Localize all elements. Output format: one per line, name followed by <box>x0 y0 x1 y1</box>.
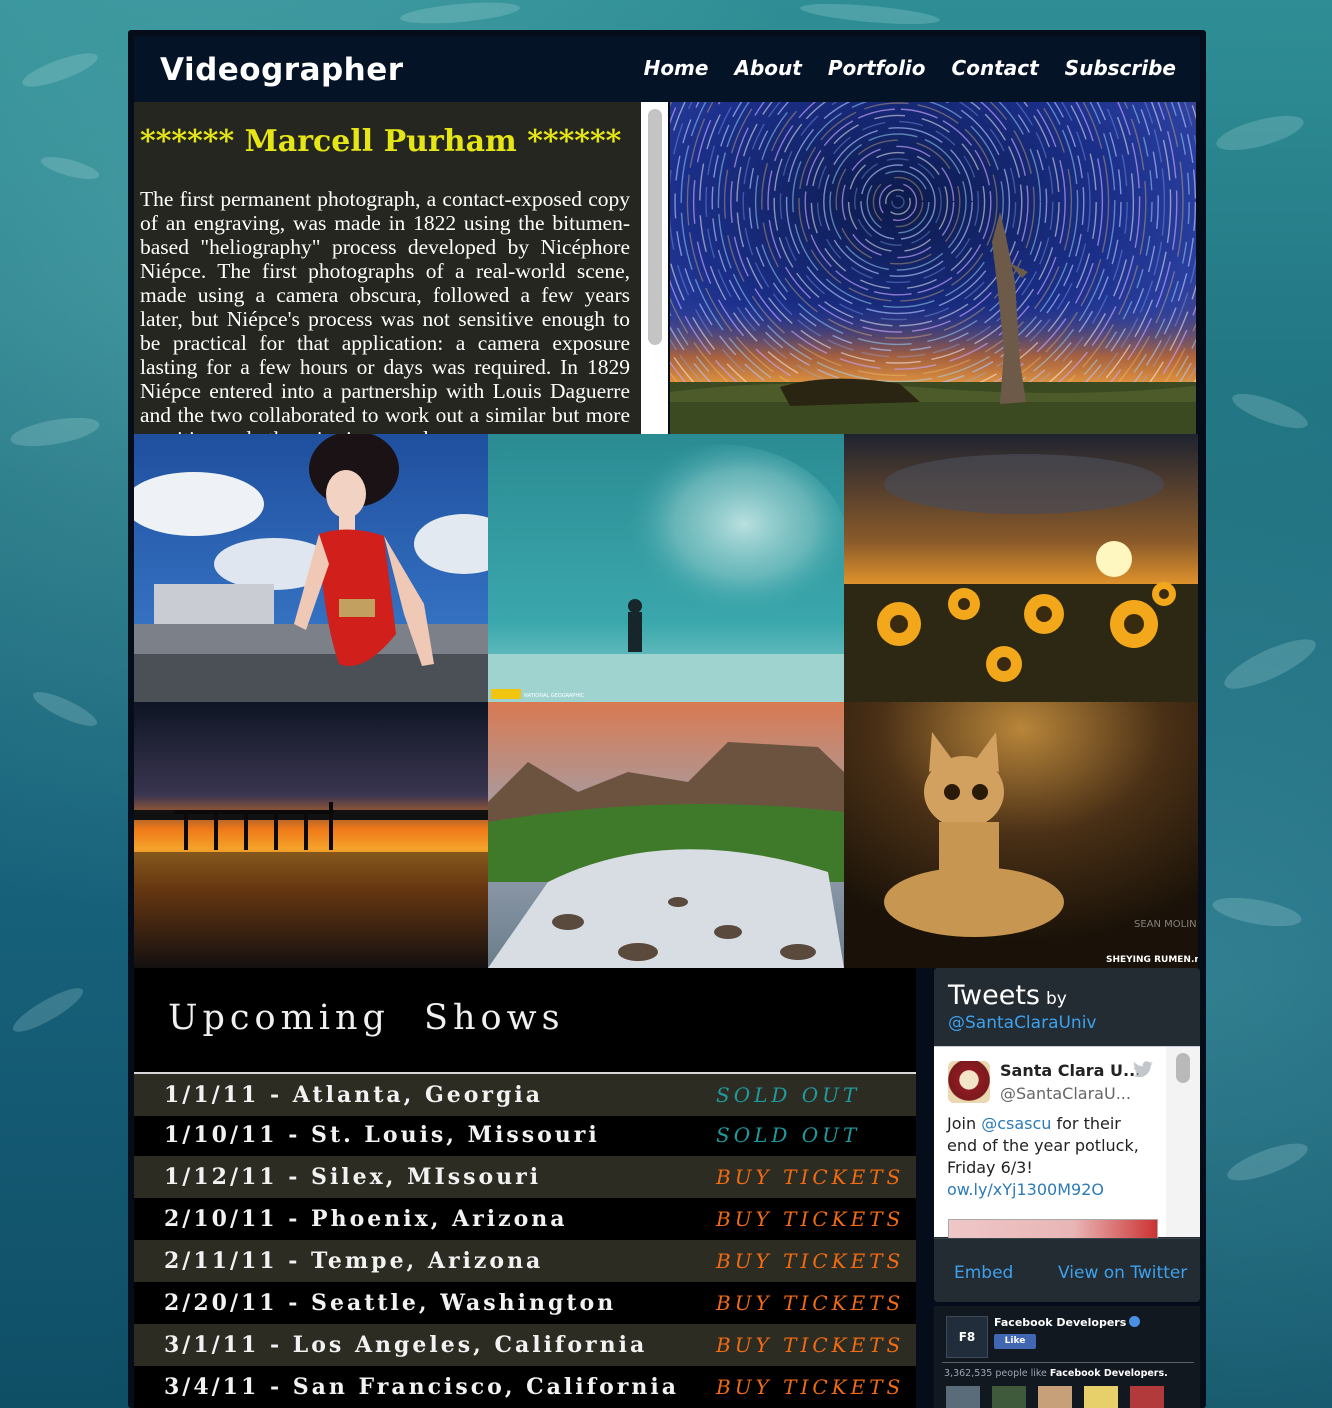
tweet-image[interactable] <box>948 1219 1158 1239</box>
buy-tickets-link[interactable]: BUY TICKETS <box>716 1165 904 1189</box>
twitter-embed-link[interactable]: Embed <box>954 1263 1013 1283</box>
fan-avatar[interactable] <box>1038 1386 1072 1408</box>
bio-scrollbar[interactable] <box>641 102 668 434</box>
facebook-divider <box>942 1362 1194 1363</box>
show-date-location: 1/12/11 - Silex, MIssouri <box>164 1164 542 1190</box>
bio-title: ****** Marcell Purham ****** <box>140 124 622 159</box>
diver-fish-school-photo[interactable]: NATIONAL GEOGRAPHIC <box>488 434 844 702</box>
nav-about[interactable]: About <box>734 56 801 80</box>
tweet-author-name[interactable]: Santa Clara U... <box>1000 1061 1141 1080</box>
view-on-twitter-link[interactable]: View on Twitter <box>1058 1263 1187 1283</box>
verified-icon <box>1129 1316 1141 1327</box>
star-trails-photo <box>670 102 1196 434</box>
facebook-page-name[interactable]: Facebook Developers <box>994 1316 1141 1329</box>
shows-title: Upcoming Shows <box>168 998 565 1038</box>
nav-subscribe[interactable]: Subscribe <box>1065 56 1176 80</box>
show-date-location: 3/4/11 - San Francisco, California <box>164 1374 679 1400</box>
facebook-page-name-text[interactable]: Facebook Developers <box>994 1316 1126 1329</box>
like-count-text: people like <box>992 1368 1050 1379</box>
twitter-handle-link[interactable]: @SantaClaraUniv <box>948 1013 1096 1033</box>
show-row: 3/4/11 - San Francisco, California BUY TI… <box>134 1366 916 1408</box>
buy-tickets-link[interactable]: BUY TICKETS <box>716 1333 904 1357</box>
tweet-feed[interactable]: Santa Clara U... @SantaClaraU... Join @c… <box>934 1046 1200 1239</box>
show-date-location: 3/1/11 - Los Angeles, California <box>164 1332 648 1358</box>
nav-menu: Home About Portfolio Contact Subscribe <box>644 56 1176 80</box>
show-row: 2/20/11 - Seattle, Washington BUY TICKETS <box>134 1282 916 1324</box>
show-date-location: 1/1/11 - Atlanta, Georgia <box>164 1082 543 1108</box>
show-date-location: 2/20/11 - Seattle, Washington <box>164 1290 617 1316</box>
sold-out-label: SOLD OUT <box>716 1083 861 1107</box>
nav-contact[interactable]: Contact <box>952 56 1039 80</box>
show-date-location: 2/10/11 - Phoenix, Arizona <box>164 1206 568 1232</box>
fan-avatar[interactable] <box>1084 1386 1118 1408</box>
buy-tickets-link[interactable]: BUY TICKETS <box>716 1207 904 1231</box>
show-row: 1/1/11 - Atlanta, Georgia SOLD OUT <box>134 1074 916 1116</box>
nav-portfolio[interactable]: Portfolio <box>828 56 926 80</box>
tweet-url-link[interactable]: ow.ly/xYj1300M92O <box>947 1180 1104 1199</box>
show-row: 2/11/11 - Tempe, Arizona BUY TICKETS <box>134 1240 916 1282</box>
mountain-river-photo[interactable] <box>488 702 844 968</box>
tweet-mention-link[interactable]: @csascu <box>981 1114 1051 1133</box>
tweet-avatar[interactable] <box>948 1061 990 1103</box>
facebook-page-logo[interactable]: F8 <box>946 1316 988 1358</box>
show-date-location: 1/10/11 - St. Louis, Missouri <box>164 1122 600 1148</box>
tweet-author-handle[interactable]: @SantaClaraU... <box>1000 1084 1131 1103</box>
tweet-feed-scrollbar-thumb[interactable] <box>1176 1053 1190 1083</box>
twitter-widget: Tweets by @SantaClaraUniv Santa Clara U..… <box>934 968 1200 1302</box>
tweet-text-before: Join <box>947 1114 982 1133</box>
buy-tickets-link[interactable]: BUY TICKETS <box>716 1249 904 1273</box>
site-brand[interactable]: Videographer <box>160 52 404 88</box>
show-row: 1/12/11 - Silex, MIssouri BUY TICKETS <box>134 1156 916 1198</box>
sunflower-sunset-photo[interactable] <box>844 434 1198 702</box>
show-row: 3/1/11 - Los Angeles, California BUY TICK… <box>134 1324 916 1366</box>
facebook-widget: F8 Facebook Developers Like 3,362,535 pe… <box>934 1306 1200 1408</box>
kitten-photo[interactable]: SEAN MOLIN PHOTO SHEYING RUMEN.net <box>844 702 1198 968</box>
tweet-feed-scrollbar[interactable] <box>1166 1047 1200 1237</box>
tweet-text: Join @csascu for their end of the year p… <box>947 1113 1147 1201</box>
like-count-page[interactable]: Facebook Developers. <box>1050 1368 1168 1379</box>
fan-avatar[interactable] <box>1130 1386 1164 1408</box>
facebook-like-button[interactable]: Like <box>994 1334 1036 1349</box>
facebook-like-count: 3,362,535 people like Facebook Developer… <box>944 1368 1168 1379</box>
twitter-title: Tweets <box>948 980 1040 1011</box>
sold-out-label: SOLD OUT <box>716 1123 861 1147</box>
twitter-footer: Embed View on Twitter <box>934 1238 1200 1302</box>
bio-panel[interactable]: ****** Marcell Purham ****** The first p… <box>134 102 668 434</box>
fashion-model-photo[interactable] <box>134 434 488 702</box>
twitter-by: by <box>1045 989 1067 1009</box>
upcoming-shows-panel: Upcoming Shows 1/1/11 - Atlanta, Georgia… <box>134 968 916 1408</box>
bio-text: The first permanent photograph, a contac… <box>140 187 630 434</box>
like-count-number: 3,362,535 <box>944 1368 993 1379</box>
show-row: 1/10/11 - St. Louis, Missouri SOLD OUT <box>134 1114 916 1156</box>
photo-watermark: SEAN MOLIN PHOTO <box>1134 919 1198 930</box>
bio-scrollbar-thumb[interactable] <box>648 109 662 345</box>
buy-tickets-link[interactable]: BUY TICKETS <box>716 1291 904 1315</box>
buy-tickets-link[interactable]: BUY TICKETS <box>716 1375 904 1399</box>
nav-home[interactable]: Home <box>644 56 709 80</box>
top-nav: Videographer Home About Portfolio Contac… <box>134 36 1200 102</box>
photo-watermark-site: SHEYING RUMEN.net <box>1106 955 1198 965</box>
fan-avatar[interactable] <box>946 1386 980 1408</box>
twitter-bird-icon[interactable] <box>1132 1061 1154 1079</box>
show-row: 2/10/11 - Phoenix, Arizona BUY TICKETS <box>134 1198 916 1240</box>
fan-avatar[interactable] <box>992 1386 1026 1408</box>
natgeo-label: NATIONAL GEOGRAPHIC <box>524 693 585 699</box>
show-date-location: 2/11/11 - Tempe, Arizona <box>164 1248 544 1274</box>
facebook-like-label: Like <box>1004 1336 1026 1346</box>
pier-sunset-photo[interactable] <box>134 702 488 968</box>
